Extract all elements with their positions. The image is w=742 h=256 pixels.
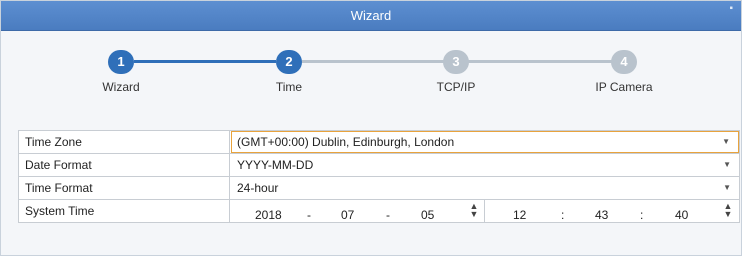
time-zone-label: Time Zone bbox=[19, 131, 230, 153]
system-time-row: System Time 2018 - 07 - 05 ▲ ▼ 12 : 43 : … bbox=[18, 200, 740, 223]
time-hour[interactable]: 12 bbox=[513, 204, 526, 226]
wizard-stepper: 1 Wizard 2 Time 3 TCP/IP 4 IP Camera bbox=[1, 39, 741, 99]
title-bar: Wizard ▪ bbox=[1, 1, 741, 31]
date-format-value: YYYY-MM-DD bbox=[237, 158, 314, 172]
time-sep-2: : bbox=[640, 208, 644, 222]
time-zone-row: Time Zone (GMT+00:00) Dublin, Edinburgh,… bbox=[18, 130, 740, 154]
date-format-select[interactable]: YYYY-MM-DD ▼ bbox=[231, 154, 739, 176]
time-spinner[interactable]: 12 : 43 : 40 ▲ ▼ bbox=[485, 200, 741, 223]
step-1-circle: 1 bbox=[108, 50, 134, 74]
step-3-label: TCP/IP bbox=[436, 80, 476, 94]
window-title: Wizard bbox=[350, 8, 392, 23]
chevron-down-icon[interactable]: ▼ bbox=[722, 132, 730, 152]
time-format-row: Time Format 24-hour ▼ bbox=[18, 177, 740, 200]
step-1-label: Wizard bbox=[102, 80, 140, 94]
date-spin-icon[interactable]: ▲ ▼ bbox=[469, 202, 479, 219]
time-zone-select[interactable]: (GMT+00:00) Dublin, Edinburgh, London ▼ bbox=[231, 131, 739, 153]
system-time-value: 2018 - 07 - 05 ▲ ▼ 12 : 43 : 40 ▲ ▼ bbox=[231, 200, 739, 222]
time-minute[interactable]: 43 bbox=[595, 204, 608, 226]
step-2-circle: 2 bbox=[276, 50, 302, 74]
date-spinner[interactable]: 2018 - 07 - 05 ▲ ▼ bbox=[231, 200, 484, 223]
time-format-select[interactable]: 24-hour ▼ bbox=[231, 177, 739, 199]
progress-line-active bbox=[134, 60, 276, 63]
date-sep-2: - bbox=[386, 208, 390, 222]
time-second[interactable]: 40 bbox=[675, 204, 688, 226]
time-format-label: Time Format bbox=[19, 177, 230, 199]
time-settings-form: Time Zone (GMT+00:00) Dublin, Edinburgh,… bbox=[18, 130, 740, 223]
system-time-label: System Time bbox=[19, 200, 230, 222]
step-4-label: IP Camera bbox=[595, 80, 653, 94]
date-month[interactable]: 07 bbox=[341, 204, 354, 226]
date-sep-1: - bbox=[307, 208, 311, 222]
chevron-down-icon[interactable]: ▼ bbox=[723, 154, 731, 176]
wizard-window: Wizard ▪ 1 Wizard 2 Time 3 TCP/IP 4 IP C… bbox=[0, 0, 742, 256]
step-2-label: Time bbox=[275, 80, 303, 94]
close-icon[interactable]: ▪ bbox=[729, 3, 733, 14]
time-format-value: 24-hour bbox=[237, 181, 279, 195]
date-year[interactable]: 2018 bbox=[255, 204, 282, 226]
time-sep-1: : bbox=[561, 208, 565, 222]
step-4-circle: 4 bbox=[611, 50, 637, 74]
chevron-down-icon[interactable]: ▼ bbox=[723, 177, 731, 199]
date-format-row: Date Format YYYY-MM-DD ▼ bbox=[18, 154, 740, 177]
time-zone-value: (GMT+00:00) Dublin, Edinburgh, London bbox=[237, 135, 455, 149]
date-format-label: Date Format bbox=[19, 154, 230, 176]
step-3-circle: 3 bbox=[443, 50, 469, 74]
date-day[interactable]: 05 bbox=[421, 204, 434, 226]
time-spin-icon[interactable]: ▲ ▼ bbox=[723, 202, 733, 219]
